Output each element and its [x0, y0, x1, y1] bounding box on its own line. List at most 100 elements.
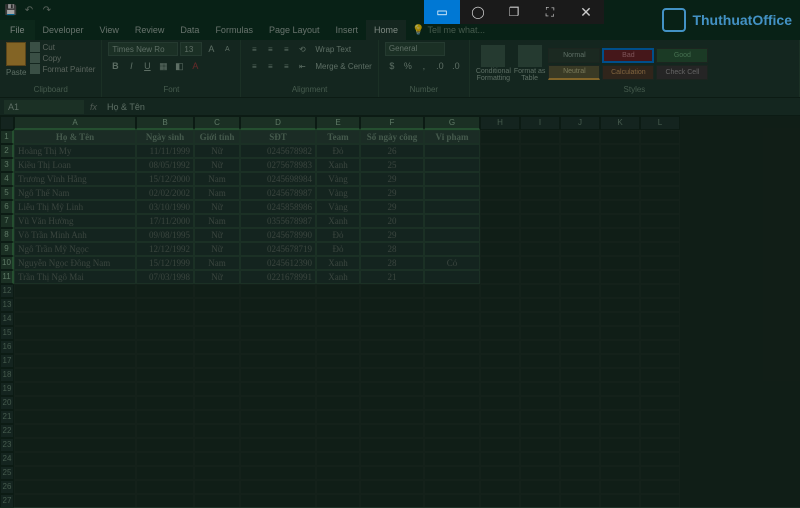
undo-icon[interactable]: ↶	[22, 3, 36, 17]
cell[interactable]	[520, 424, 560, 438]
decrease-decimal-button[interactable]: .0	[449, 59, 463, 73]
cell[interactable]	[560, 438, 600, 452]
cell[interactable]	[424, 396, 480, 410]
grow-font-button[interactable]: A	[204, 42, 218, 56]
cell[interactable]	[560, 312, 600, 326]
cell[interactable]	[240, 410, 316, 424]
cell[interactable]	[194, 340, 240, 354]
cell[interactable]	[360, 438, 424, 452]
cell[interactable]	[424, 494, 480, 508]
col-header-J[interactable]: J	[560, 116, 600, 130]
cell[interactable]	[520, 284, 560, 298]
cell[interactable]: 11/11/1999	[136, 144, 194, 158]
cell[interactable]: 08/05/1992	[136, 158, 194, 172]
row-header-8[interactable]: 8	[0, 228, 14, 242]
cell[interactable]	[560, 144, 600, 158]
border-button[interactable]: ▦	[156, 59, 170, 73]
cell[interactable]	[14, 382, 136, 396]
snip-close-button[interactable]: ✕	[568, 0, 604, 24]
cell[interactable]	[136, 382, 194, 396]
cell[interactable]	[194, 354, 240, 368]
cell[interactable]	[360, 354, 424, 368]
cell[interactable]	[560, 298, 600, 312]
cell[interactable]: 15/12/2000	[136, 172, 194, 186]
cell[interactable]	[560, 200, 600, 214]
cell[interactable]	[560, 214, 600, 228]
paste-button[interactable]: Paste	[6, 42, 26, 77]
cell[interactable]	[560, 284, 600, 298]
cell[interactable]	[424, 438, 480, 452]
cell[interactable]: Võ Trần Minh Anh	[14, 228, 136, 242]
row-header-16[interactable]: 16	[0, 340, 14, 354]
cell[interactable]: Trương Vĩnh Hằng	[14, 172, 136, 186]
cell[interactable]	[194, 284, 240, 298]
col-header-C[interactable]: C	[194, 116, 240, 130]
cell[interactable]	[560, 270, 600, 284]
cell[interactable]	[640, 228, 680, 242]
cell[interactable]	[360, 480, 424, 494]
name-box[interactable]: A1	[4, 100, 84, 114]
cell[interactable]: Hoàng Thị My	[14, 144, 136, 158]
cell[interactable]	[560, 424, 600, 438]
cell[interactable]	[360, 284, 424, 298]
cell[interactable]	[480, 438, 520, 452]
cell[interactable]	[136, 312, 194, 326]
cell[interactable]	[360, 368, 424, 382]
conditional-formatting-button[interactable]: Conditional Formatting	[476, 45, 511, 82]
cell[interactable]: Team	[316, 130, 360, 144]
cell[interactable]: 0245678990	[240, 228, 316, 242]
cell[interactable]: 02/02/2002	[136, 186, 194, 200]
cell[interactable]	[600, 158, 640, 172]
cell[interactable]	[640, 368, 680, 382]
cell[interactable]	[640, 130, 680, 144]
cell[interactable]	[640, 270, 680, 284]
cell[interactable]	[480, 396, 520, 410]
col-header-K[interactable]: K	[600, 116, 640, 130]
row-header-4[interactable]: 4	[0, 172, 14, 186]
cell[interactable]	[194, 452, 240, 466]
cell[interactable]	[480, 158, 520, 172]
cell[interactable]	[520, 144, 560, 158]
snip-freeform-button[interactable]: ◯	[460, 0, 496, 24]
cell[interactable]: 21	[360, 270, 424, 284]
cell[interactable]	[520, 452, 560, 466]
font-name-combo[interactable]: Times New Ro	[108, 42, 178, 56]
cell[interactable]	[316, 494, 360, 508]
cell[interactable]	[640, 214, 680, 228]
cell[interactable]	[316, 312, 360, 326]
cell[interactable]	[14, 354, 136, 368]
cell[interactable]	[480, 284, 520, 298]
cell[interactable]	[600, 494, 640, 508]
align-middle-button[interactable]: ≡	[263, 42, 277, 56]
tab-page-layout[interactable]: Page Layout	[261, 20, 328, 40]
cell[interactable]: 0275678983	[240, 158, 316, 172]
cell[interactable]	[194, 396, 240, 410]
increase-decimal-button[interactable]: .0	[433, 59, 447, 73]
cell[interactable]	[600, 186, 640, 200]
cell[interactable]: 29	[360, 228, 424, 242]
cell[interactable]	[360, 452, 424, 466]
tab-formulas[interactable]: Formulas	[207, 20, 261, 40]
cell[interactable]	[360, 340, 424, 354]
cell[interactable]	[360, 382, 424, 396]
cell[interactable]: 29	[360, 186, 424, 200]
currency-button[interactable]: $	[385, 59, 399, 73]
cell[interactable]	[480, 256, 520, 270]
cell[interactable]	[560, 494, 600, 508]
font-size-combo[interactable]: 13	[180, 42, 202, 56]
cell[interactable]	[560, 326, 600, 340]
italic-button[interactable]: I	[124, 59, 138, 73]
cell[interactable]	[136, 480, 194, 494]
cell[interactable]	[520, 438, 560, 452]
cell[interactable]	[640, 284, 680, 298]
font-color-button[interactable]: A	[188, 59, 202, 73]
cell[interactable]	[240, 438, 316, 452]
cell[interactable]	[520, 256, 560, 270]
cell[interactable]	[480, 214, 520, 228]
cell[interactable]	[136, 452, 194, 466]
tell-me[interactable]: 💡 Tell me what...	[412, 25, 485, 36]
row-header-25[interactable]: 25	[0, 466, 14, 480]
cell[interactable]	[424, 410, 480, 424]
align-left-button[interactable]: ≡	[247, 59, 261, 73]
wrap-text-button[interactable]: Wrap Text	[315, 45, 351, 54]
